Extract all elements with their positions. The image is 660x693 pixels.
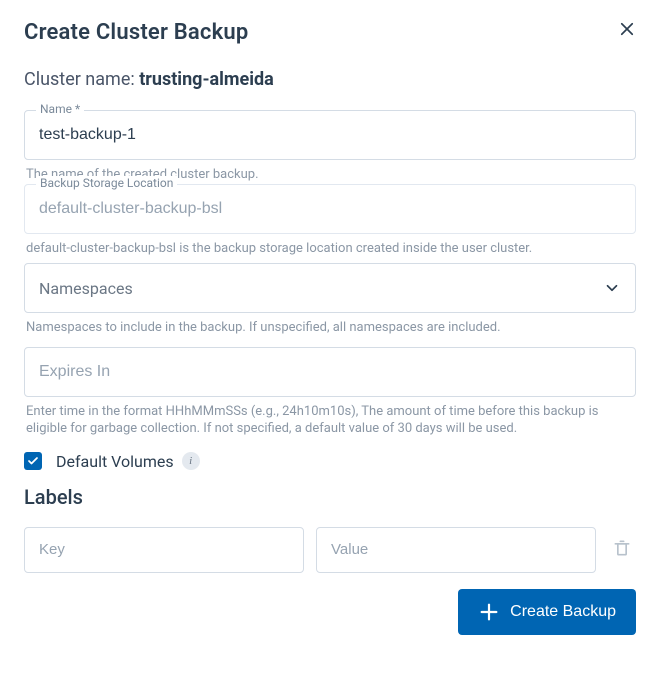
namespaces-placeholder: Namespaces xyxy=(39,279,133,298)
default-volumes-label: Default Volumes xyxy=(56,452,174,471)
namespaces-select[interactable]: Namespaces xyxy=(24,263,636,313)
info-icon[interactable]: i xyxy=(182,452,200,470)
default-volumes-checkbox[interactable] xyxy=(24,452,42,470)
delete-label-button[interactable] xyxy=(608,534,636,566)
cluster-name-line: Cluster name: trusting-almeida xyxy=(24,69,636,90)
create-backup-button[interactable]: Create Backup xyxy=(458,589,636,635)
expires-helper: Enter time in the format HHhMMmSSs (e.g.… xyxy=(26,403,634,438)
cluster-name-value: trusting-almeida xyxy=(139,69,274,90)
bsl-label: Backup Storage Location xyxy=(36,176,177,190)
close-button[interactable] xyxy=(618,20,636,38)
namespaces-helper: Namespaces to include in the backup. If … xyxy=(26,319,634,337)
check-icon xyxy=(27,455,39,467)
chevron-down-icon xyxy=(603,279,621,297)
labels-section-title: Labels xyxy=(24,485,636,509)
close-icon xyxy=(618,20,636,38)
dialog-title: Create Cluster Backup xyxy=(24,20,248,45)
bsl-helper: default-cluster-backup-bsl is the backup… xyxy=(26,240,634,258)
cluster-name-label: Cluster name: xyxy=(24,69,139,90)
trash-icon xyxy=(612,538,632,558)
label-value-input[interactable] xyxy=(316,527,596,573)
bsl-input xyxy=(24,184,636,234)
name-label: Name * xyxy=(36,102,84,116)
name-input[interactable] xyxy=(24,110,636,160)
create-backup-label: Create Backup xyxy=(510,603,616,621)
expires-input[interactable] xyxy=(24,347,636,397)
plus-icon xyxy=(478,601,500,623)
label-key-input[interactable] xyxy=(24,527,304,573)
